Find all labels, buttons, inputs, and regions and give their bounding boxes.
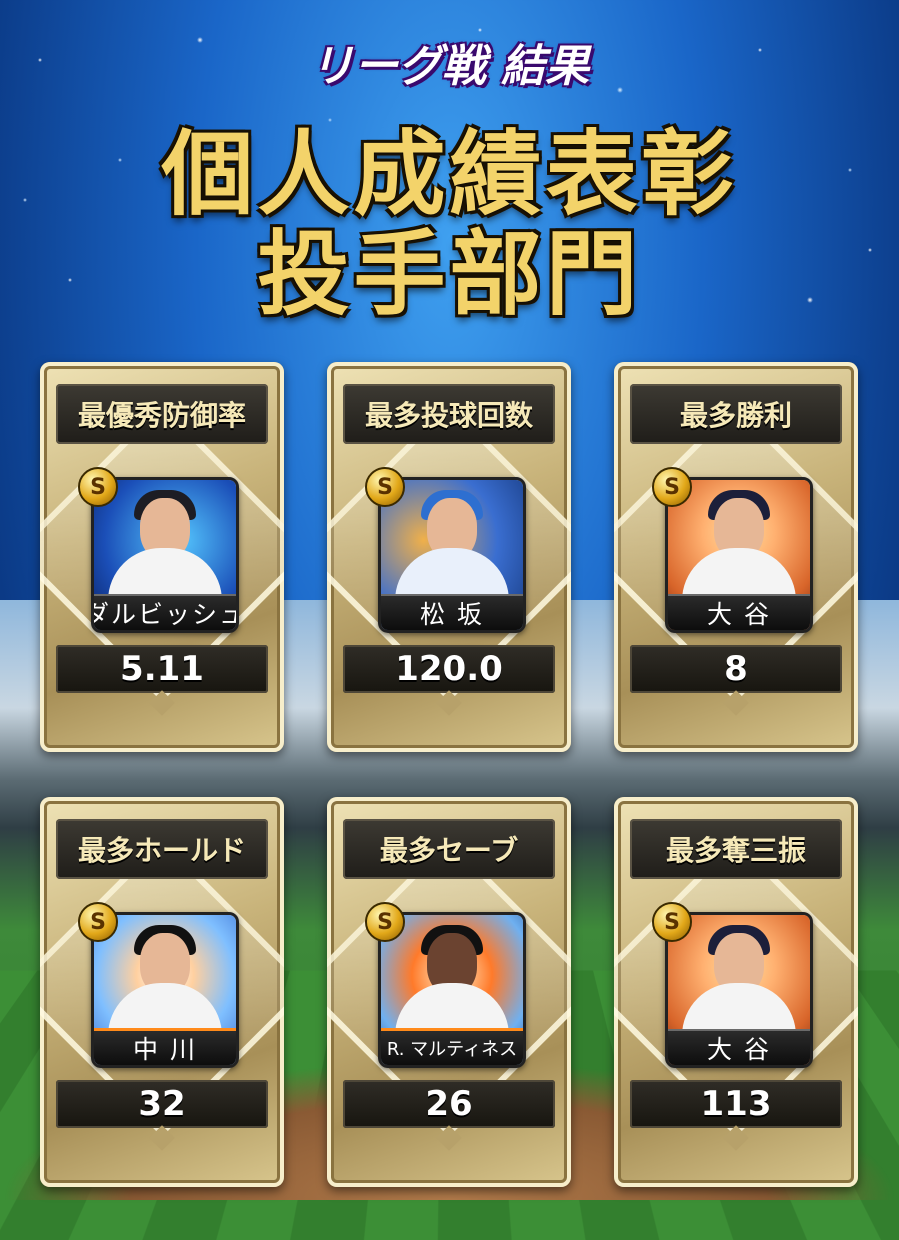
award-title-bar: 最多セーブ [343, 819, 555, 879]
player-portrait[interactable]: ダルビッシュ [91, 477, 239, 633]
stat-bar: 32 [56, 1080, 268, 1128]
stat-value: 26 [425, 1084, 473, 1124]
player-name-bar: 大 谷 [668, 594, 810, 630]
stat-value: 8 [724, 649, 748, 689]
award-headline: 個人成績表彰 [161, 121, 738, 228]
award-card-holds[interactable]: 最多ホールド S 中 川 32 [40, 797, 284, 1187]
award-title: 最多セーブ [379, 834, 519, 867]
s-rank-badge-icon: S [652, 902, 692, 942]
s-rank-badge-icon: S [78, 467, 118, 507]
player-portrait[interactable]: 大 谷 [665, 912, 813, 1068]
pitcher-category-headline: 投手部門 [257, 221, 642, 328]
award-title-bar: 最多ホールド [56, 819, 268, 879]
card-notch [149, 1125, 175, 1151]
card-notch [723, 1125, 749, 1151]
player-name: 松 坂 [420, 600, 484, 629]
player-name: 大 谷 [707, 1035, 771, 1064]
award-card-wins[interactable]: 最多勝利 S 大 谷 8 [614, 362, 858, 752]
player-name-bar: ダルビッシュ [94, 594, 236, 630]
award-title: 最多奪三振 [665, 834, 806, 867]
award-title: 最多勝利 [679, 399, 792, 432]
stat-bar: 5.11 [56, 645, 268, 693]
award-title: 最優秀防御率 [77, 399, 246, 432]
award-card-strikeouts[interactable]: 最多奪三振 S 大 谷 113 [614, 797, 858, 1187]
s-rank-badge-icon: S [652, 467, 692, 507]
player-name-bar: 松 坂 [381, 594, 523, 630]
card-notch [436, 1125, 462, 1151]
card-notch [149, 690, 175, 716]
stat-value: 32 [138, 1084, 186, 1124]
player-portrait[interactable]: 松 坂 [378, 477, 526, 633]
player-name: ダルビッシュ [91, 600, 239, 629]
award-card-saves[interactable]: 最多セーブ S R. マルティネス 26 [327, 797, 571, 1187]
stat-value: 120.0 [395, 649, 503, 689]
stat-bar: 26 [343, 1080, 555, 1128]
player-name: 中 川 [133, 1035, 197, 1064]
award-title: 最多ホールド [77, 834, 246, 867]
card-notch [723, 690, 749, 716]
award-card-era[interactable]: 最優秀防御率 S ダルビッシュ 5.11 [40, 362, 284, 752]
award-title-bar: 最多勝利 [630, 384, 842, 444]
s-rank-badge-icon: S [78, 902, 118, 942]
stat-value: 5.11 [120, 649, 204, 689]
stat-bar: 113 [630, 1080, 842, 1128]
player-name-bar: 中 川 [94, 1028, 236, 1065]
player-portrait[interactable]: 大 谷 [665, 477, 813, 633]
stat-bar: 120.0 [343, 645, 555, 693]
stat-bar: 8 [630, 645, 842, 693]
award-title-bar: 最優秀防御率 [56, 384, 268, 444]
player-name-bar: 大 谷 [668, 1029, 810, 1065]
award-title: 最多投球回数 [364, 399, 533, 432]
player-portrait[interactable]: 中 川 [91, 912, 239, 1068]
player-name: R. マルティネス [386, 1039, 518, 1060]
award-title-bar: 最多奪三振 [630, 819, 842, 879]
s-rank-badge-icon: S [365, 902, 405, 942]
award-card-innings[interactable]: 最多投球回数 S 松 坂 120.0 [327, 362, 571, 752]
stat-value: 113 [700, 1084, 772, 1124]
card-notch [436, 690, 462, 716]
player-name-bar: R. マルティネス [381, 1028, 523, 1065]
award-title-bar: 最多投球回数 [343, 384, 555, 444]
s-rank-badge-icon: S [365, 467, 405, 507]
player-portrait[interactable]: R. マルティネス [378, 912, 526, 1068]
player-name: 大 谷 [707, 600, 771, 629]
league-result-subtitle: リーグ戦 結果 [309, 41, 590, 92]
